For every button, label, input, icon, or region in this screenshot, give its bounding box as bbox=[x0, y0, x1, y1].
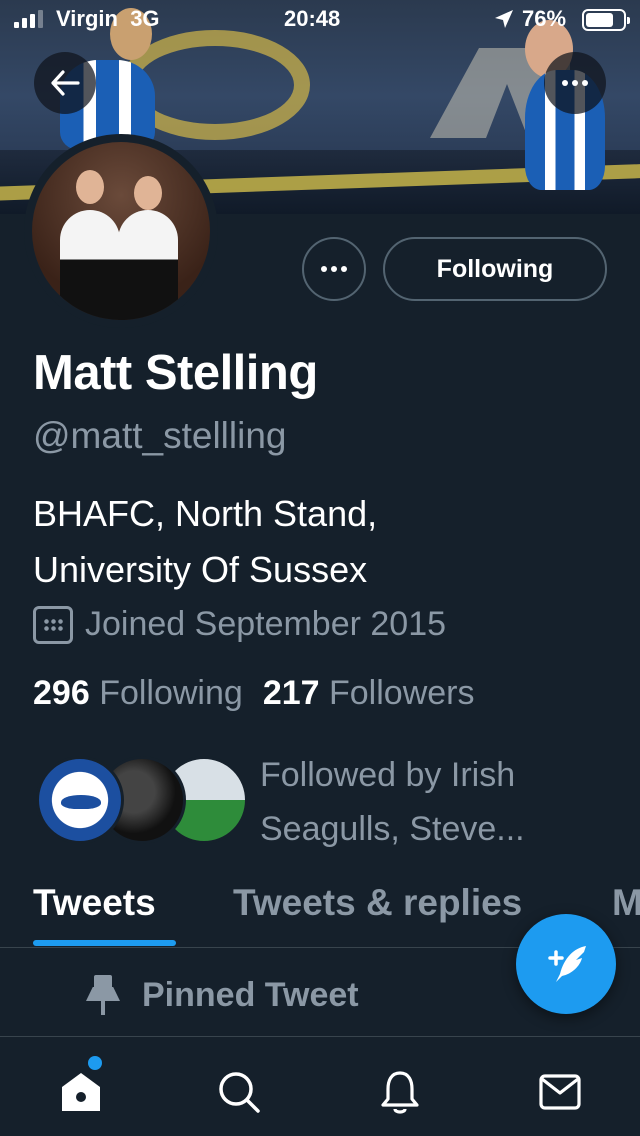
active-tab-indicator bbox=[33, 940, 176, 946]
more-dots-icon bbox=[562, 80, 588, 86]
profile-more-button[interactable] bbox=[302, 237, 366, 301]
profile-name: Matt Stelling bbox=[33, 346, 318, 400]
status-time: 20:48 bbox=[284, 6, 341, 31]
followers-label: Followers bbox=[329, 674, 475, 712]
search-icon bbox=[219, 1072, 260, 1113]
battery-percent: 76% bbox=[522, 6, 567, 31]
calendar-icon bbox=[33, 605, 73, 644]
battery-icon bbox=[582, 9, 630, 31]
tab-media[interactable]: M bbox=[612, 882, 640, 924]
nav-messages[interactable] bbox=[535, 1067, 585, 1117]
joined-label: Joined September 2015 bbox=[85, 605, 447, 643]
compose-tweet-icon bbox=[548, 946, 586, 982]
carrier-label: Virgin 3G bbox=[56, 6, 160, 31]
pinned-tweet-header: Pinned Tweet bbox=[86, 975, 359, 1015]
location-arrow-icon bbox=[494, 9, 514, 35]
profile-handle: @matt_stellling bbox=[33, 415, 287, 456]
pin-icon bbox=[86, 975, 120, 1015]
follow-stats: 296 Following 217 Followers bbox=[33, 674, 474, 713]
followers-stat-link[interactable]: 217 Followers bbox=[263, 674, 475, 713]
home-notification-dot bbox=[88, 1056, 102, 1070]
status-bar: Virgin 3G 20:48 76% bbox=[0, 0, 640, 40]
nav-search[interactable] bbox=[214, 1067, 264, 1117]
pinned-label: Pinned Tweet bbox=[142, 975, 359, 1014]
followed-by-line: Followed by Irish bbox=[260, 756, 516, 794]
following-stat-link[interactable]: 296 Following bbox=[33, 674, 243, 713]
following-button[interactable]: Following bbox=[383, 237, 607, 301]
bio-line: University Of Sussex bbox=[33, 549, 368, 590]
compose-tweet-button[interactable] bbox=[516, 914, 616, 1014]
bell-icon bbox=[381, 1071, 419, 1114]
followed-by-text[interactable]: Followed by Irish Seagulls, Steve... bbox=[260, 748, 600, 856]
joined-date: Joined September 2015 bbox=[33, 605, 446, 644]
mail-icon bbox=[539, 1074, 581, 1110]
nav-notifications[interactable] bbox=[375, 1067, 425, 1117]
following-count: 296 bbox=[33, 674, 90, 712]
profile-bio: BHAFC, North Stand, University Of Sussex bbox=[33, 486, 593, 598]
avatar bbox=[36, 756, 124, 844]
more-dots-icon bbox=[321, 266, 347, 272]
tab-tweets-replies[interactable]: Tweets & replies bbox=[233, 882, 522, 924]
following-label: Following bbox=[99, 674, 243, 712]
back-button[interactable] bbox=[34, 52, 96, 114]
profile-avatar[interactable] bbox=[24, 134, 218, 328]
followed-by-avatars[interactable] bbox=[36, 756, 248, 844]
arrow-left-icon bbox=[51, 70, 80, 96]
followed-by-line: Seagulls, Steve... bbox=[260, 810, 525, 848]
signal-icon bbox=[14, 10, 43, 28]
bio-line: BHAFC, North Stand, bbox=[33, 493, 378, 534]
followers-count: 217 bbox=[262, 674, 320, 712]
tab-tweets[interactable]: Tweets bbox=[33, 882, 156, 924]
home-icon bbox=[62, 1073, 100, 1111]
nav-home[interactable] bbox=[56, 1067, 106, 1117]
banner-more-button[interactable] bbox=[544, 52, 606, 114]
bottom-navigation bbox=[0, 1036, 640, 1136]
